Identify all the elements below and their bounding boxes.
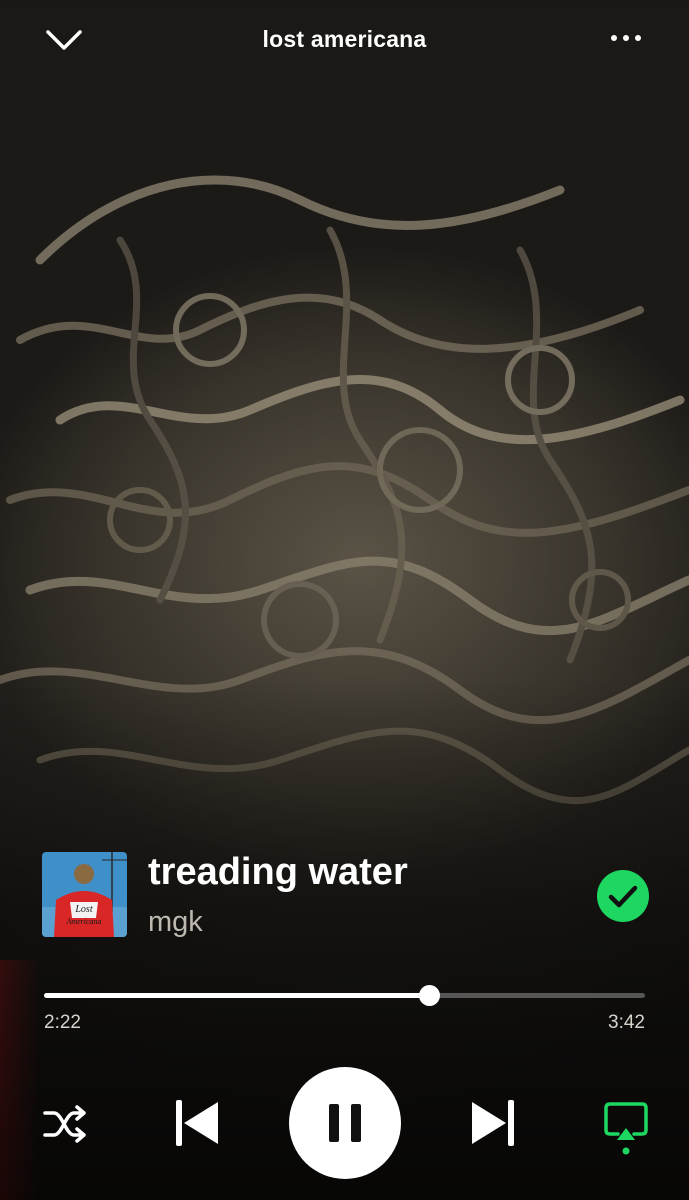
album-art-text-1: Lost (74, 904, 92, 915)
elapsed-time: 2:22 (44, 1012, 81, 1033)
artist-name[interactable]: mgk (148, 906, 203, 939)
skip-next-icon[interactable] (470, 1098, 516, 1148)
device-connect-icon[interactable] (602, 1100, 650, 1156)
saved-checkmark-icon[interactable] (596, 869, 650, 923)
more-options-icon[interactable] (604, 22, 648, 56)
album-art[interactable]: Lost Americana (42, 852, 127, 937)
progress-bar[interactable] (44, 985, 645, 1006)
pause-button[interactable] (289, 1067, 401, 1179)
track-title[interactable]: treading water (148, 851, 408, 894)
shuffle-icon[interactable] (42, 1104, 88, 1144)
total-duration: 3:42 (608, 1012, 645, 1033)
context-title: lost americana (262, 26, 427, 52)
album-art-text-2: Americana (65, 917, 101, 926)
skip-previous-icon[interactable] (174, 1098, 220, 1148)
background-artwork (0, 0, 689, 1200)
player-header: lost americana (0, 0, 689, 80)
progress-handle[interactable] (418, 985, 440, 1006)
progress-fill (44, 993, 429, 998)
pause-icon (329, 1104, 361, 1142)
